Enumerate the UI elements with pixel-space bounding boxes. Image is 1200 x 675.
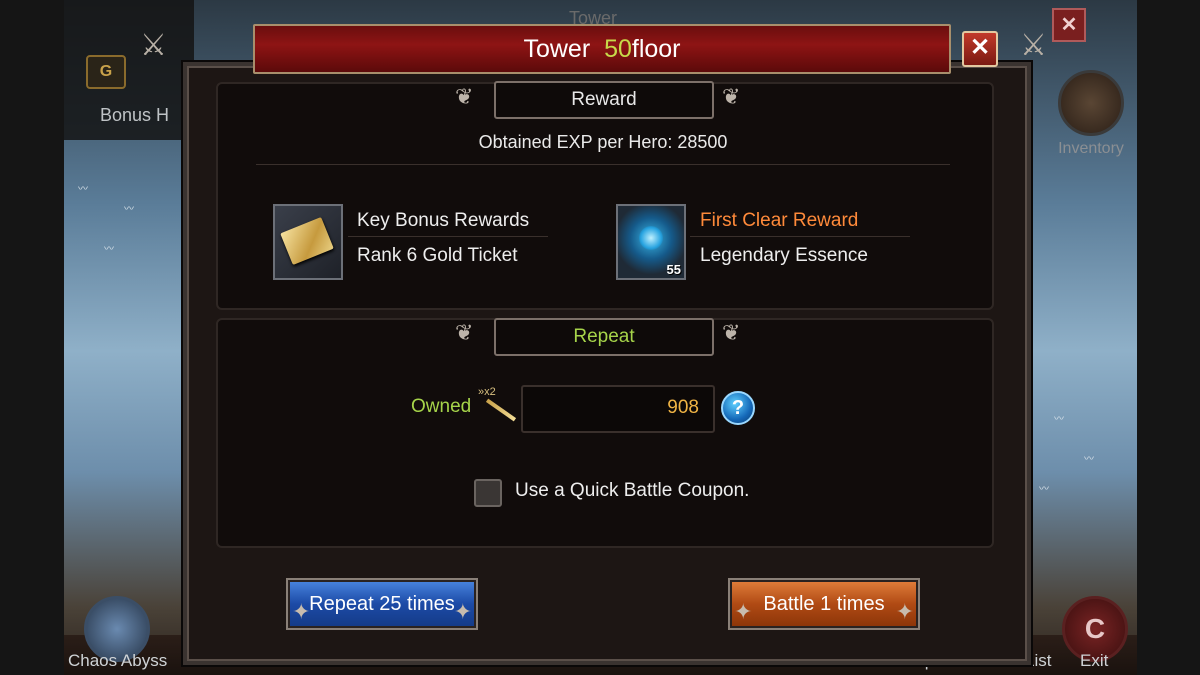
chaos-abyss-label[interactable]: Chaos Abyss xyxy=(68,651,167,671)
bird-icon: 〰 xyxy=(104,244,114,255)
dialog-title: Tower 50floor xyxy=(253,24,951,74)
floor-suffix: floor xyxy=(631,35,681,63)
left-letterbox xyxy=(0,0,64,675)
inventory-button[interactable]: Inventory xyxy=(1056,70,1126,158)
button-ornament-icon: ✦ xyxy=(895,599,914,624)
legendary-essence-item[interactable]: 55 xyxy=(616,204,686,280)
first-clear-title: First Clear Reward xyxy=(700,210,859,231)
button-ornament-icon: ✦ xyxy=(453,599,472,624)
quick-battle-coupon-label[interactable]: Use a Quick Battle Coupon. xyxy=(515,480,749,502)
gold-ticket-item[interactable] xyxy=(273,204,343,280)
right-letterbox xyxy=(1137,0,1200,675)
button-ornament-icon: ✦ xyxy=(292,599,311,624)
title-prefix: Tower xyxy=(523,35,591,63)
left-spear-ornament-icon: ⚔ xyxy=(140,29,167,62)
repeat-button-label: Repeat 25 times xyxy=(309,593,455,615)
bird-icon: 〰 xyxy=(1054,414,1064,425)
header-ornament-right-icon: ❦ xyxy=(722,320,741,345)
repeat-header: Repeat xyxy=(494,318,714,356)
guild-badge-icon: G xyxy=(86,55,126,89)
key-bonus-title: Key Bonus Rewards xyxy=(357,210,530,231)
chest-icon xyxy=(1058,70,1124,136)
bird-icon: 〰 xyxy=(124,204,134,215)
key-bonus-underline xyxy=(348,236,548,237)
exit-label[interactable]: Exit xyxy=(1080,651,1108,671)
key-blade xyxy=(485,398,517,422)
owned-count: 908 xyxy=(667,397,699,418)
quick-battle-coupon-checkbox[interactable] xyxy=(474,479,502,507)
bonus-tab[interactable]: G Bonus H xyxy=(64,0,194,140)
tower-key-icon: »x2 xyxy=(478,386,518,428)
button-ornament-icon: ✦ xyxy=(734,599,753,624)
essence-icon xyxy=(639,226,663,250)
battle-button-label: Battle 1 times xyxy=(763,593,885,615)
header-ornament-left-icon: ❦ xyxy=(455,320,474,345)
first-clear-underline xyxy=(690,236,910,237)
reward-divider xyxy=(256,164,950,165)
header-ornament-left-icon: ❦ xyxy=(455,84,474,109)
bird-icon: 〰 xyxy=(1084,454,1094,465)
floor-number: 50 xyxy=(604,35,632,63)
reward-header: Reward xyxy=(494,81,714,119)
gold-ticket-icon xyxy=(280,216,334,266)
bird-icon: 〰 xyxy=(78,184,88,195)
bird-icon: 〰 xyxy=(1039,484,1049,495)
owned-count-field: 908 xyxy=(521,385,715,433)
essence-count: 55 xyxy=(666,262,681,277)
repeat-button[interactable]: ✦ Repeat 25 times ✦ xyxy=(286,578,478,630)
battle-button[interactable]: ✦ Battle 1 times ✦ xyxy=(728,578,920,630)
inventory-label: Inventory xyxy=(1058,140,1124,157)
header-ornament-right-icon: ❦ xyxy=(722,84,741,109)
right-spear-ornament-icon: ⚔ xyxy=(1020,29,1047,62)
exp-per-hero: Obtained EXP per Hero: 28500 xyxy=(478,132,728,152)
help-icon[interactable]: ? xyxy=(721,391,755,425)
first-clear-item: Legendary Essence xyxy=(700,245,868,266)
key-multiplier: »x2 xyxy=(478,386,496,398)
dialog-close-button[interactable]: ✕ xyxy=(962,31,998,67)
background-close-button[interactable]: ✕ xyxy=(1052,8,1086,42)
bonus-tab-label: Bonus H xyxy=(100,105,170,125)
owned-label: Owned xyxy=(411,396,472,417)
key-bonus-item: Rank 6 Gold Ticket xyxy=(357,245,518,266)
